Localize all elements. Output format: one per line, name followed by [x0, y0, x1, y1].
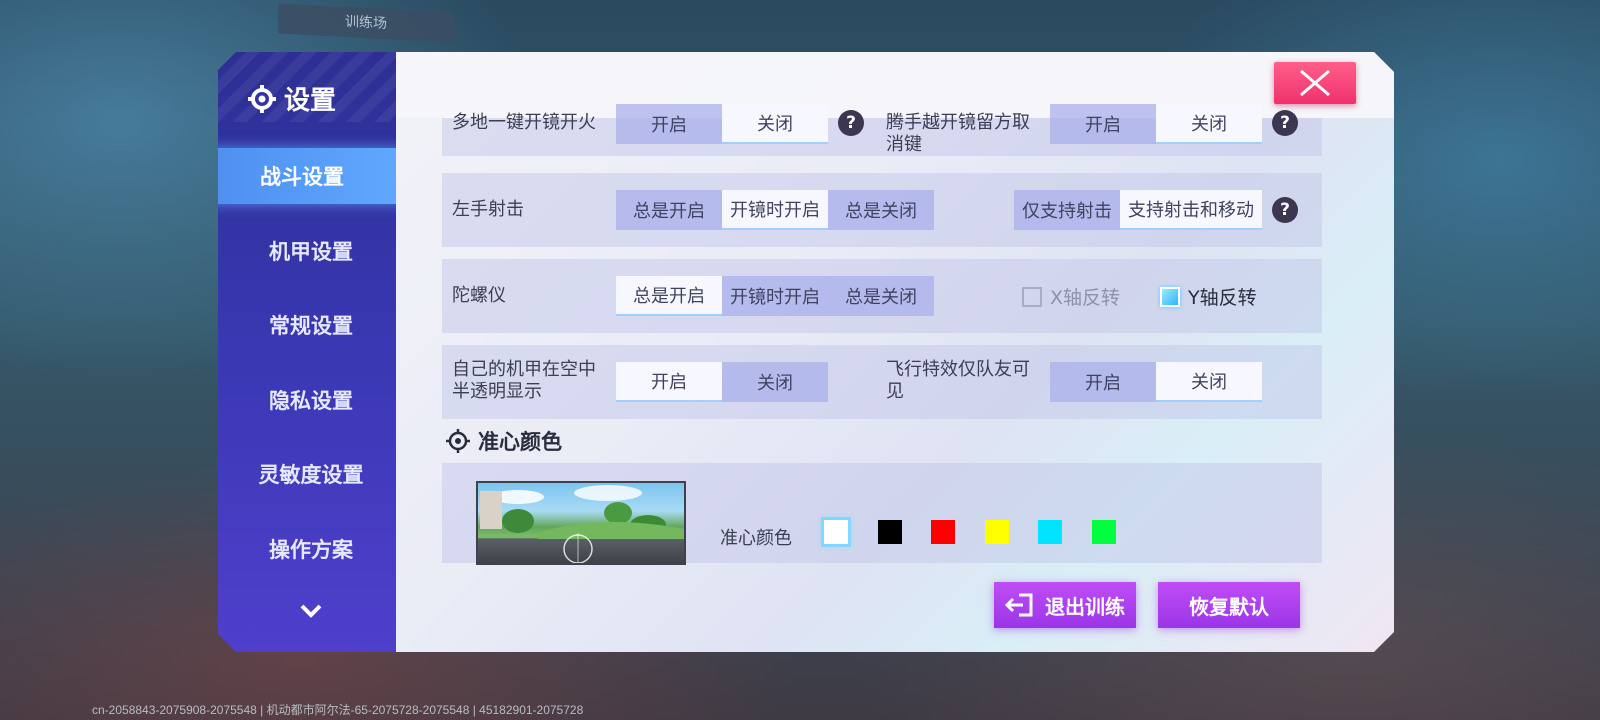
crosshair-section-label: 准心颜色	[478, 430, 562, 454]
restore-default-label: 恢复默认	[1189, 594, 1269, 619]
exit-training-button[interactable]: 退出训练	[994, 582, 1136, 628]
crosshair-color-swatch[interactable]	[877, 520, 902, 544]
settings-title-text: 设置	[284, 86, 337, 116]
gyro-toggle: 总是开启 开镜时开启 总是关闭	[616, 276, 934, 316]
y-invert-box	[1160, 286, 1180, 307]
exit-training-label: 退出训练	[1045, 594, 1125, 619]
sidebar-item-label: 常规设置	[269, 314, 353, 338]
sidebar-item-privacy[interactable]: 隐私设置	[218, 372, 404, 428]
flight-effect-off[interactable]: 关闭	[1156, 362, 1262, 402]
crosshair-color-swatch[interactable]	[1038, 520, 1062, 544]
setting-row-gyro: 陀螺仪 总是开启 开镜时开启 总是关闭 X轴反转 Y轴反转	[442, 259, 1322, 333]
sidebar-item-label: 灵敏度设置	[258, 463, 364, 487]
x-invert-box	[1022, 286, 1042, 307]
debug-version-info: cn-2058843-2075908-2075548 | 机动都市阿尔法-65-…	[92, 703, 584, 717]
left-hand-mode-toggle: 仅支持射击 支持射击和移动	[1014, 190, 1262, 230]
sidebar-item-controls[interactable]: 操作方案	[218, 521, 404, 577]
left-hand-label: 左手射击	[452, 199, 524, 220]
crosshair-section-title: 准心颜色	[446, 426, 562, 456]
chevron-down-icon[interactable]	[296, 600, 326, 622]
gyro-scope-on[interactable]: 开镜时开启	[722, 276, 828, 316]
crosshair-color-swatch[interactable]	[824, 520, 848, 544]
crosshair-color-label: 准心颜色	[720, 528, 792, 549]
crosshair-preview-image	[476, 481, 686, 565]
sidebar-item-label: 操作方案	[269, 538, 353, 562]
left-hand-toggle: 总是开启 开镜时开启 总是关闭	[616, 190, 934, 230]
quick-fire-toggle: 开启 关闭	[616, 104, 828, 144]
sidebar-item-combat[interactable]: 战斗设置	[218, 148, 404, 204]
gyro-label: 陀螺仪	[452, 285, 506, 306]
sidebar-item-label: 战斗设置	[260, 165, 344, 189]
transparency-toggle: 开启 关闭	[616, 362, 828, 402]
sidebar: 设置 战斗设置 机甲设置 常规设置 隐私设置 灵敏度设置 操作方案	[218, 52, 404, 652]
sidebar-item-mecha[interactable]: 机甲设置	[218, 223, 404, 279]
help-icon[interactable]: ?	[838, 110, 864, 136]
x-invert-checkbox[interactable]: X轴反转	[1022, 283, 1120, 310]
crosshair-color-swatch[interactable]	[984, 520, 1009, 544]
scope-cancel-off[interactable]: 关闭	[1156, 104, 1262, 144]
gyro-always-on[interactable]: 总是开启	[616, 276, 722, 316]
scope-cancel-label: 腾手越开镜留方取消键	[886, 112, 1030, 155]
close-button[interactable]	[1274, 62, 1356, 104]
gyro-always-off[interactable]: 总是关闭	[828, 276, 934, 316]
transparency-off[interactable]: 关闭	[722, 362, 828, 402]
flight-effect-label: 飞行特效仅队友可见	[886, 359, 1030, 402]
crosshair-icon	[446, 429, 470, 453]
quick-fire-off[interactable]: 关闭	[722, 104, 828, 144]
sidebar-item-sensitivity[interactable]: 灵敏度设置	[218, 446, 404, 502]
x-invert-label: X轴反转	[1050, 287, 1121, 309]
settings-title: 设置	[248, 80, 336, 117]
transparency-label: 自己的机甲在空中半透明显示	[452, 359, 596, 402]
crosshair-color-swatch[interactable]	[1091, 520, 1116, 544]
quick-fire-on[interactable]: 开启	[616, 104, 722, 144]
sidebar-item-label: 机甲设置	[269, 240, 353, 264]
setting-row-transparency: 自己的机甲在空中半透明显示 开启 关闭 飞行特效仅队友可见 开启 关闭	[442, 345, 1322, 419]
restore-default-button[interactable]: 恢复默认	[1158, 582, 1300, 628]
left-hand-always-on[interactable]: 总是开启	[616, 190, 722, 230]
setting-row-quick-fire: 多地一键开镜开火 开启 关闭 ? 腾手越开镜留方取消键 开启 关闭 ?	[442, 104, 1322, 156]
y-invert-label: Y轴反转	[1188, 287, 1257, 309]
sidebar-item-general[interactable]: 常规设置	[218, 297, 404, 353]
sidebar-item-label: 隐私设置	[269, 389, 353, 413]
crosshair-color-swatch[interactable]	[931, 520, 955, 544]
scope-cancel-toggle: 开启 关闭	[1050, 104, 1262, 144]
y-invert-checkbox[interactable]: Y轴反转	[1160, 283, 1257, 310]
settings-panel: 设置 战斗设置 机甲设置 常规设置 隐私设置 灵敏度设置 操作方案 多地一键开镜…	[218, 52, 1394, 652]
mode-shoot-move[interactable]: 支持射击和移动	[1120, 190, 1262, 230]
flight-effect-on[interactable]: 开启	[1050, 362, 1156, 402]
help-icon[interactable]: ?	[1272, 197, 1298, 223]
scope-cancel-on[interactable]: 开启	[1050, 104, 1156, 144]
preview-scene	[480, 485, 684, 563]
setting-row-left-hand: 左手射击 总是开启 开镜时开启 总是关闭 仅支持射击 支持射击和移动 ?	[442, 173, 1322, 247]
help-icon[interactable]: ?	[1272, 110, 1298, 136]
gear-icon	[248, 84, 276, 113]
mode-shoot-only[interactable]: 仅支持射击	[1014, 190, 1120, 230]
exit-icon	[1005, 593, 1033, 617]
quick-fire-label: 多地一键开镜开火	[452, 112, 596, 133]
close-icon	[1300, 69, 1330, 97]
flight-effect-toggle: 开启 关闭	[1050, 362, 1262, 402]
transparency-on[interactable]: 开启	[616, 362, 722, 402]
left-hand-always-off[interactable]: 总是关闭	[828, 190, 934, 230]
left-hand-scope-on[interactable]: 开镜时开启	[722, 190, 828, 230]
